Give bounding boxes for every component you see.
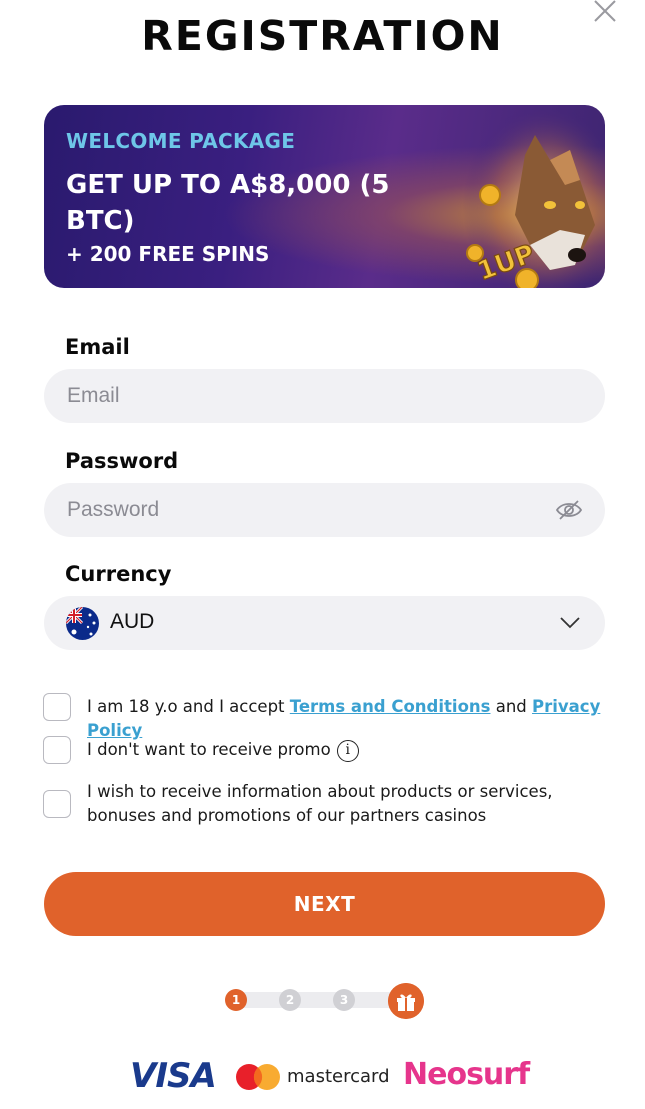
email-input[interactable] <box>67 369 547 423</box>
partners-checkbox[interactable] <box>43 790 71 818</box>
currency-select[interactable]: AUD <box>44 596 605 650</box>
promo-optout-text: I don't want to receive promo i <box>87 738 359 762</box>
gift-icon <box>388 983 424 1019</box>
australia-flag-icon <box>66 607 99 640</box>
age-terms-text: I am 18 y.o and I accept Terms and Condi… <box>87 695 645 743</box>
eye-slash-icon[interactable] <box>555 497 583 523</box>
neosurf-logo: Neosurf <box>403 1057 530 1092</box>
welcome-banner: WELCOME PACKAGE GET UP TO A$8,000 (5 BTC… <box>44 105 605 288</box>
step-2: 2 <box>279 989 301 1011</box>
banner-kicker: WELCOME PACKAGE <box>66 129 296 153</box>
age-terms-prefix: I am 18 y.o and I accept <box>87 697 290 716</box>
chevron-down-icon <box>560 617 580 629</box>
age-terms-checkbox[interactable] <box>43 693 71 721</box>
wolf-illustration: 1UP <box>455 105 605 288</box>
promo-optout-label: I don't want to receive promo <box>87 740 331 759</box>
currency-label: Currency <box>65 562 172 586</box>
page-title: REGISTRATION <box>141 12 504 60</box>
password-label: Password <box>65 449 179 473</box>
mastercard-logo-icon <box>236 1064 280 1090</box>
progress-track <box>232 992 407 1008</box>
email-field-wrapper <box>44 369 605 423</box>
progress-steps: 1 2 3 <box>222 983 424 1019</box>
age-terms-middle: and <box>490 697 533 716</box>
next-button[interactable]: NEXT <box>44 872 605 936</box>
password-input[interactable] <box>67 483 547 537</box>
currency-value: AUD <box>110 610 155 633</box>
step-3: 3 <box>333 989 355 1011</box>
visa-logo: VISA <box>130 1056 217 1096</box>
promo-optout-checkbox[interactable] <box>43 736 71 764</box>
password-field-wrapper <box>44 483 605 537</box>
step-1: 1 <box>225 989 247 1011</box>
banner-headline: GET UP TO A$8,000 (5 BTC) <box>66 170 390 236</box>
banner-subline: + 200 FREE SPINS <box>66 242 270 266</box>
partners-text: I wish to receive information about prod… <box>87 782 553 825</box>
mastercard-logo-text: mastercard <box>287 1066 390 1087</box>
email-label: Email <box>65 335 130 359</box>
terms-link[interactable]: Terms and Conditions <box>290 697 491 716</box>
info-icon[interactable]: i <box>336 739 359 762</box>
